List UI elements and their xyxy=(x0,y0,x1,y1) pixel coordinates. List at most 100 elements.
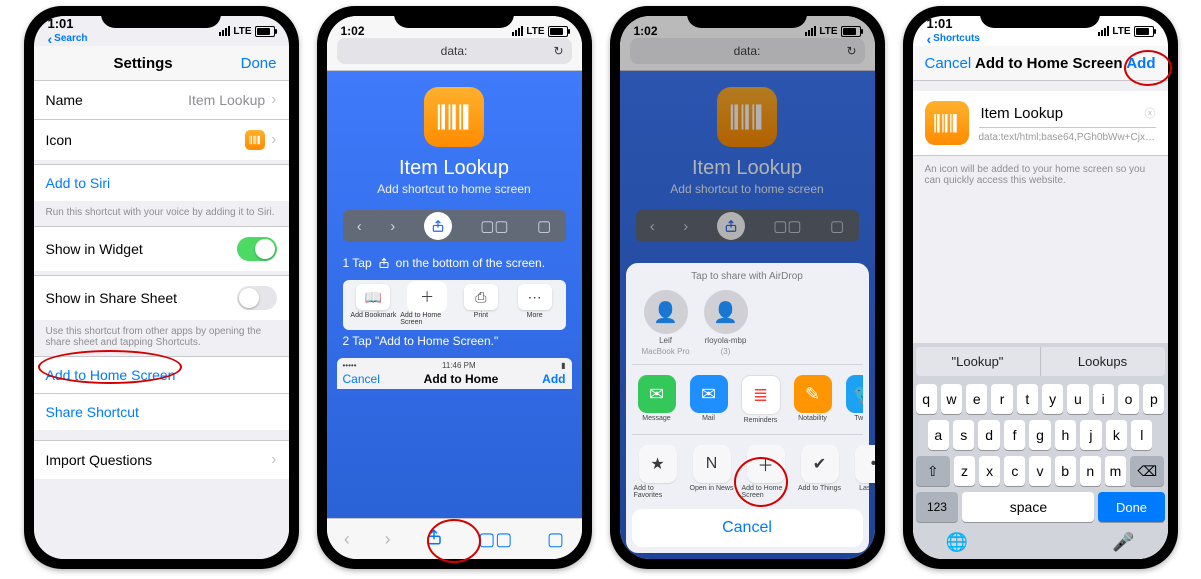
keyboard: "Lookup"Lookups qwertyuiop asdfghjkl ⇧ z… xyxy=(913,343,1168,559)
mic-icon[interactable]: 🎤 xyxy=(1112,532,1134,553)
tabs-button[interactable]: ▢ xyxy=(547,529,564,550)
globe-icon[interactable]: 🌐 xyxy=(946,532,968,553)
numbers-key[interactable]: 123 xyxy=(916,492,959,522)
share-app-twitter[interactable]: 🐦Twitter xyxy=(842,375,863,424)
battery-icon xyxy=(255,26,275,37)
barcode-icon xyxy=(925,101,969,145)
key-f[interactable]: f xyxy=(1004,420,1025,450)
key-j[interactable]: j xyxy=(1080,420,1101,450)
done-key[interactable]: Done xyxy=(1098,492,1164,522)
key-h[interactable]: h xyxy=(1055,420,1076,450)
key-l[interactable]: l xyxy=(1131,420,1152,450)
add-to-home-screen-button[interactable]: Add to Home Screen xyxy=(34,357,289,394)
bookmarks-icon: ▢▢ xyxy=(480,217,508,235)
import-questions-cell[interactable]: Import Questions › xyxy=(34,441,289,479)
name-row: ⓧ data:text/html;base64,PGh0bWw+Cjx… xyxy=(913,91,1168,156)
share-app-notability[interactable]: ✎Notability xyxy=(790,375,836,424)
action-add-to-home-screen: ＋Add to Home Screen xyxy=(400,284,454,326)
name-input[interactable] xyxy=(979,104,1145,123)
airdrop-target[interactable]: 👤rloyola-mbp(3) xyxy=(704,290,748,356)
show-in-widget-cell: Show in Widget xyxy=(34,227,289,271)
key-r[interactable]: r xyxy=(991,384,1012,414)
battery-icon xyxy=(1134,26,1154,37)
key-q[interactable]: q xyxy=(916,384,937,414)
forward-icon: › xyxy=(390,218,395,235)
phone-4: 1:01 Shortcuts LTE Cancel Add to Home Sc… xyxy=(903,6,1178,569)
mock-title: Add to Home xyxy=(424,372,499,386)
key-b[interactable]: b xyxy=(1055,456,1076,486)
reload-icon[interactable]: ↻ xyxy=(553,44,563,58)
share-button[interactable] xyxy=(425,527,443,552)
key-t[interactable]: t xyxy=(1017,384,1038,414)
navbar: Settings Done xyxy=(34,46,289,81)
action-print: ⎙Print xyxy=(454,284,508,326)
cancel-button[interactable]: Cancel xyxy=(632,509,863,547)
status-time: 1:01 xyxy=(48,16,88,31)
key-k[interactable]: k xyxy=(1106,420,1127,450)
barcode-icon xyxy=(245,130,265,150)
share-sheet-toggle[interactable] xyxy=(237,286,277,310)
key-x[interactable]: x xyxy=(979,456,1000,486)
key-n[interactable]: n xyxy=(1080,456,1101,486)
airdrop-target[interactable]: 👤LeifMacBook Pro xyxy=(642,290,690,356)
bookmarks-button[interactable]: ▢▢ xyxy=(478,529,512,550)
share-app-message[interactable]: ✉Message xyxy=(634,375,680,424)
key-u[interactable]: u xyxy=(1067,384,1088,414)
cancel-button[interactable]: Cancel xyxy=(925,55,972,72)
key-z[interactable]: z xyxy=(954,456,975,486)
key-g[interactable]: g xyxy=(1029,420,1050,450)
page-title: Add to Home Screen xyxy=(975,55,1123,72)
mock-time: 11:46 PM xyxy=(442,361,476,370)
space-key[interactable]: space xyxy=(962,492,1094,522)
suggestion[interactable]: Lookups xyxy=(1040,347,1165,376)
key-w[interactable]: w xyxy=(941,384,962,414)
url-value: data:text/html;base64,PGh0bWw+Cjx… xyxy=(979,132,1156,143)
page-title: Settings xyxy=(113,55,172,72)
carrier-label: LTE xyxy=(233,26,251,37)
mock-action-row: 📖Add Bookmark＋Add to Home Screen⎙Print⋯M… xyxy=(343,280,566,330)
breadcrumb-search[interactable]: Search xyxy=(48,31,88,47)
instruction-card: Item Lookup Add shortcut to home screen … xyxy=(327,71,582,518)
key-y[interactable]: y xyxy=(1042,384,1063,414)
widget-toggle[interactable] xyxy=(237,237,277,261)
share-action-lastpass[interactable]: •LastPass xyxy=(850,445,875,499)
key-d[interactable]: d xyxy=(978,420,999,450)
share-sheet: Tap to share with AirDrop 👤LeifMacBook P… xyxy=(626,263,869,553)
signal-icon xyxy=(512,26,523,36)
chevron-right-icon: › xyxy=(271,451,276,469)
back-icon: ‹ xyxy=(357,218,362,235)
share-action-open-in-news[interactable]: NOpen in News xyxy=(688,445,736,499)
share-app-reminders[interactable]: ≣Reminders xyxy=(738,375,784,424)
share-action-add-to-home-screen[interactable]: ＋Add to Home Screen xyxy=(742,445,790,499)
key-a[interactable]: a xyxy=(928,420,949,450)
share-app-mail[interactable]: ✉Mail xyxy=(686,375,732,424)
airdrop-hint: Tap to share with AirDrop xyxy=(632,271,863,282)
key-v[interactable]: v xyxy=(1029,456,1050,486)
key-e[interactable]: e xyxy=(966,384,987,414)
add-button[interactable]: Add xyxy=(1126,55,1155,72)
key-m[interactable]: m xyxy=(1105,456,1126,486)
name-cell[interactable]: Name Item Lookup › xyxy=(34,81,289,120)
share-action-add-to-things[interactable]: ✔Add to Things xyxy=(796,445,844,499)
key-i[interactable]: i xyxy=(1093,384,1114,414)
key-s[interactable]: s xyxy=(953,420,974,450)
suggestion-bar: "Lookup"Lookups xyxy=(916,347,1165,376)
share-action-add-to-favorites[interactable]: ★Add to Favorites xyxy=(634,445,682,499)
back-button[interactable]: ‹ xyxy=(344,529,350,550)
forward-button[interactable]: › xyxy=(385,529,391,550)
share-shortcut-button[interactable]: Share Shortcut xyxy=(34,394,289,430)
icon-cell[interactable]: Icon › xyxy=(34,120,289,160)
done-button[interactable]: Done xyxy=(241,55,277,72)
suggestion[interactable]: "Lookup" xyxy=(916,347,1040,376)
chevron-right-icon: › xyxy=(271,91,276,109)
key-p[interactable]: p xyxy=(1143,384,1164,414)
backspace-key[interactable]: ⌫ xyxy=(1130,456,1164,486)
breadcrumb-shortcuts[interactable]: Shortcuts xyxy=(927,31,980,47)
shift-key[interactable]: ⇧ xyxy=(916,456,950,486)
key-o[interactable]: o xyxy=(1118,384,1139,414)
action-add-bookmark: 📖Add Bookmark xyxy=(347,284,401,326)
clear-icon[interactable]: ⓧ xyxy=(1145,105,1156,121)
key-c[interactable]: c xyxy=(1004,456,1025,486)
add-to-siri-button[interactable]: Add to Siri xyxy=(34,165,289,201)
phone-2: 1:02 LTE data: ↻ Item Lookup Add shortcu… xyxy=(317,6,592,569)
